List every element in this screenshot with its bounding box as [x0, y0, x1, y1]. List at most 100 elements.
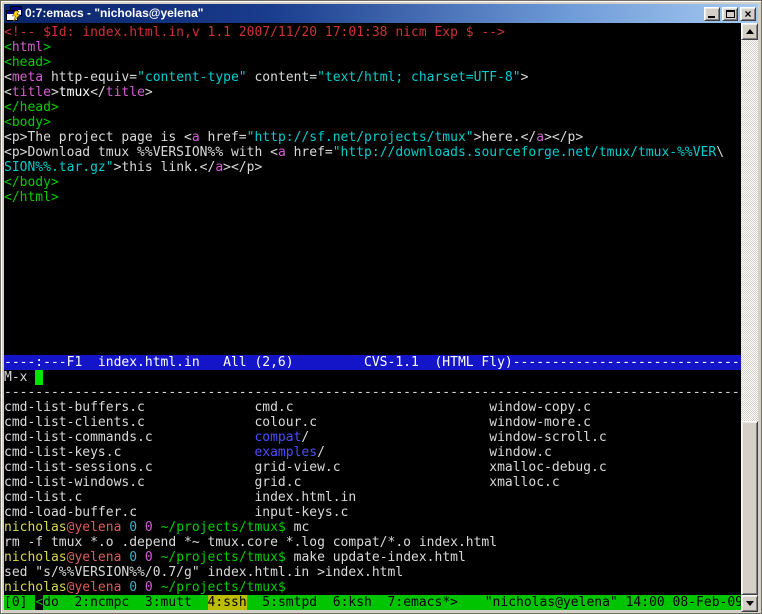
- text-segment: </: [90, 85, 106, 100]
- text-segment: html: [12, 40, 43, 55]
- text-segment: ~/projects/tmux$: [161, 580, 286, 595]
- text-segment: <: [4, 85, 12, 100]
- file-list-line: cmd-list-sessions.c grid-view.c xmalloc-…: [4, 460, 743, 475]
- emacs-code-line: <html>: [4, 40, 743, 55]
- scrollbar-thumb[interactable]: [741, 421, 758, 595]
- emacs-code-line: </html>: [4, 190, 743, 205]
- file-list-line: cmd-list.c index.html.in: [4, 490, 743, 505]
- text-segment: "http://downloads.sourceforge.net/tmux/t…: [333, 145, 717, 160]
- emacs-code-line: <meta http-equiv="content-type" content=…: [4, 70, 743, 85]
- minimize-button[interactable]: [704, 7, 720, 21]
- text-segment: 0: [145, 520, 153, 535]
- text-segment: a: [536, 130, 544, 145]
- scrollbar-track[interactable]: [741, 40, 758, 595]
- text-segment: cmd-list-windows.c grid.c xmalloc.c: [4, 475, 560, 490]
- emacs-minibuffer: M-x: [4, 370, 743, 385]
- text-segment: </head>: [4, 100, 59, 115]
- file-list-line: cmd-load-buffer.c input-keys.c: [4, 505, 743, 520]
- text-segment: "http://sf.net/projects/tmux": [247, 130, 474, 145]
- terminal-window: 0:7:emacs - "nicholas@yelena" × <!-- $Id…: [0, 0, 762, 614]
- empty-line: [4, 265, 743, 280]
- text-segment: <p>Download tmux %%VERSION%% with <: [4, 145, 278, 160]
- maximize-icon: [726, 10, 735, 18]
- text-segment: sed "s/%%VERSION%%/0.7/g" index.html.in …: [4, 565, 403, 580]
- text-segment: <!-- $Id: index.html.in,v 1.1 2007/11/20…: [4, 25, 505, 40]
- text-segment: rm -f tmux *.o .depend *~ tmux.core *.lo…: [4, 535, 497, 550]
- empty-line: [4, 340, 743, 355]
- text-segment: ----:---F1 index.html.in All (2,6) CVS-1…: [4, 355, 743, 370]
- text-segment: @yelena: [67, 550, 122, 565]
- cursor-block: [35, 370, 43, 385]
- window-controls: ×: [704, 7, 756, 21]
- minimize-icon: [708, 16, 715, 18]
- text-segment: nicholas: [4, 580, 67, 595]
- text-segment: ></p>: [544, 130, 583, 145]
- title-bar[interactable]: 0:7:emacs - "nicholas@yelena" ×: [4, 4, 758, 23]
- terminal-screen[interactable]: <!-- $Id: index.html.in,v 1.1 2007/11/20…: [4, 23, 743, 595]
- text-segment: "text/html; charset=UTF-8": [317, 70, 521, 85]
- file-list-line: cmd-list-clients.c colour.c window-more.…: [4, 415, 743, 430]
- file-list-line: cmd-list-windows.c grid.c xmalloc.c: [4, 475, 743, 490]
- text-segment: cmd-load-buffer.c input-keys.c: [4, 505, 348, 520]
- text-segment: href=: [200, 130, 247, 145]
- shell-output-line: rm -f tmux *.o .depend *~ tmux.core *.lo…: [4, 535, 743, 550]
- empty-line: [4, 325, 743, 340]
- session-name: [0]: [4, 595, 35, 610]
- scrollbar-down-button[interactable]: [741, 595, 758, 612]
- text-segment: \: [716, 145, 724, 160]
- text-segment: ></p>: [223, 160, 262, 175]
- close-button[interactable]: ×: [740, 7, 756, 21]
- text-segment: <: [4, 40, 12, 55]
- text-segment: M-x: [4, 370, 35, 385]
- text-segment: href=: [286, 145, 333, 160]
- text-segment: 0: [129, 550, 137, 565]
- emacs-code-line: <title>tmux</title>: [4, 85, 743, 100]
- text-segment: nicholas: [4, 520, 67, 535]
- text-segment: ~/projects/tmux$: [161, 550, 286, 565]
- maximize-button[interactable]: [722, 7, 738, 21]
- empty-line: [4, 205, 743, 220]
- empty-line: [4, 235, 743, 250]
- emacs-code-line: SION%%.tar.gz">this link.</a></p>: [4, 160, 743, 175]
- text-segment: <body>: [4, 115, 51, 130]
- emacs-code-line: </head>: [4, 100, 743, 115]
- arrow-up-icon: [746, 29, 754, 34]
- text-segment: ----------------------------------------…: [4, 385, 743, 400]
- text-segment: ~/projects/tmux$: [161, 520, 286, 535]
- putty-terminal-icon: [6, 6, 22, 22]
- text-segment: [153, 520, 161, 535]
- text-segment: nicholas: [4, 550, 67, 565]
- shell-prompt-line: nicholas@yelena 0 0 ~/projects/tmux$ mc: [4, 520, 743, 535]
- text-segment: >here.</: [474, 130, 537, 145]
- emacs-comment-line: <!-- $Id: index.html.in,v 1.1 2007/11/20…: [4, 25, 743, 40]
- text-segment: [137, 550, 145, 565]
- text-segment: >: [43, 40, 51, 55]
- scrollbar[interactable]: [741, 23, 758, 612]
- emacs-code-line: <p>Download tmux %%VERSION%% with <a hre…: [4, 145, 743, 160]
- text-segment: tmux: [59, 85, 90, 100]
- text-segment: cmd-list-commands.c: [4, 430, 254, 445]
- text-segment: examples: [254, 445, 317, 460]
- window-list-right: 5:smtpd 6:ksh 7:emacs*>: [247, 595, 458, 610]
- text-segment: @yelena: [67, 520, 122, 535]
- arrow-down-icon: [746, 601, 754, 606]
- emacs-code-line: <p>The project page is <a href="http://s…: [4, 130, 743, 145]
- text-segment: meta: [12, 70, 43, 85]
- text-segment: cmd-list-keys.c: [4, 445, 254, 460]
- text-segment: SION%%.tar.gz": [4, 160, 114, 175]
- window-list-left: do 2:ncmpc 3:mutt: [43, 595, 207, 610]
- text-segment: 0: [145, 550, 153, 565]
- text-segment: / window.c: [317, 445, 552, 460]
- text-segment: >: [521, 70, 529, 85]
- text-segment: @yelena: [67, 580, 122, 595]
- text-segment: 0: [145, 580, 153, 595]
- tmux-status-right: "nicholas@yelena" 14:00 08-Feb-09: [485, 595, 743, 610]
- text-segment: <: [4, 70, 12, 85]
- scrollbar-up-button[interactable]: [741, 23, 758, 40]
- truncation-marker: <: [35, 595, 43, 610]
- text-segment: >: [51, 85, 59, 100]
- text-segment: a: [278, 145, 286, 160]
- text-segment: make update-index.html: [286, 550, 466, 565]
- file-list-line: cmd-list-keys.c examples/ window.c: [4, 445, 743, 460]
- pane-separator: ----------------------------------------…: [4, 385, 743, 400]
